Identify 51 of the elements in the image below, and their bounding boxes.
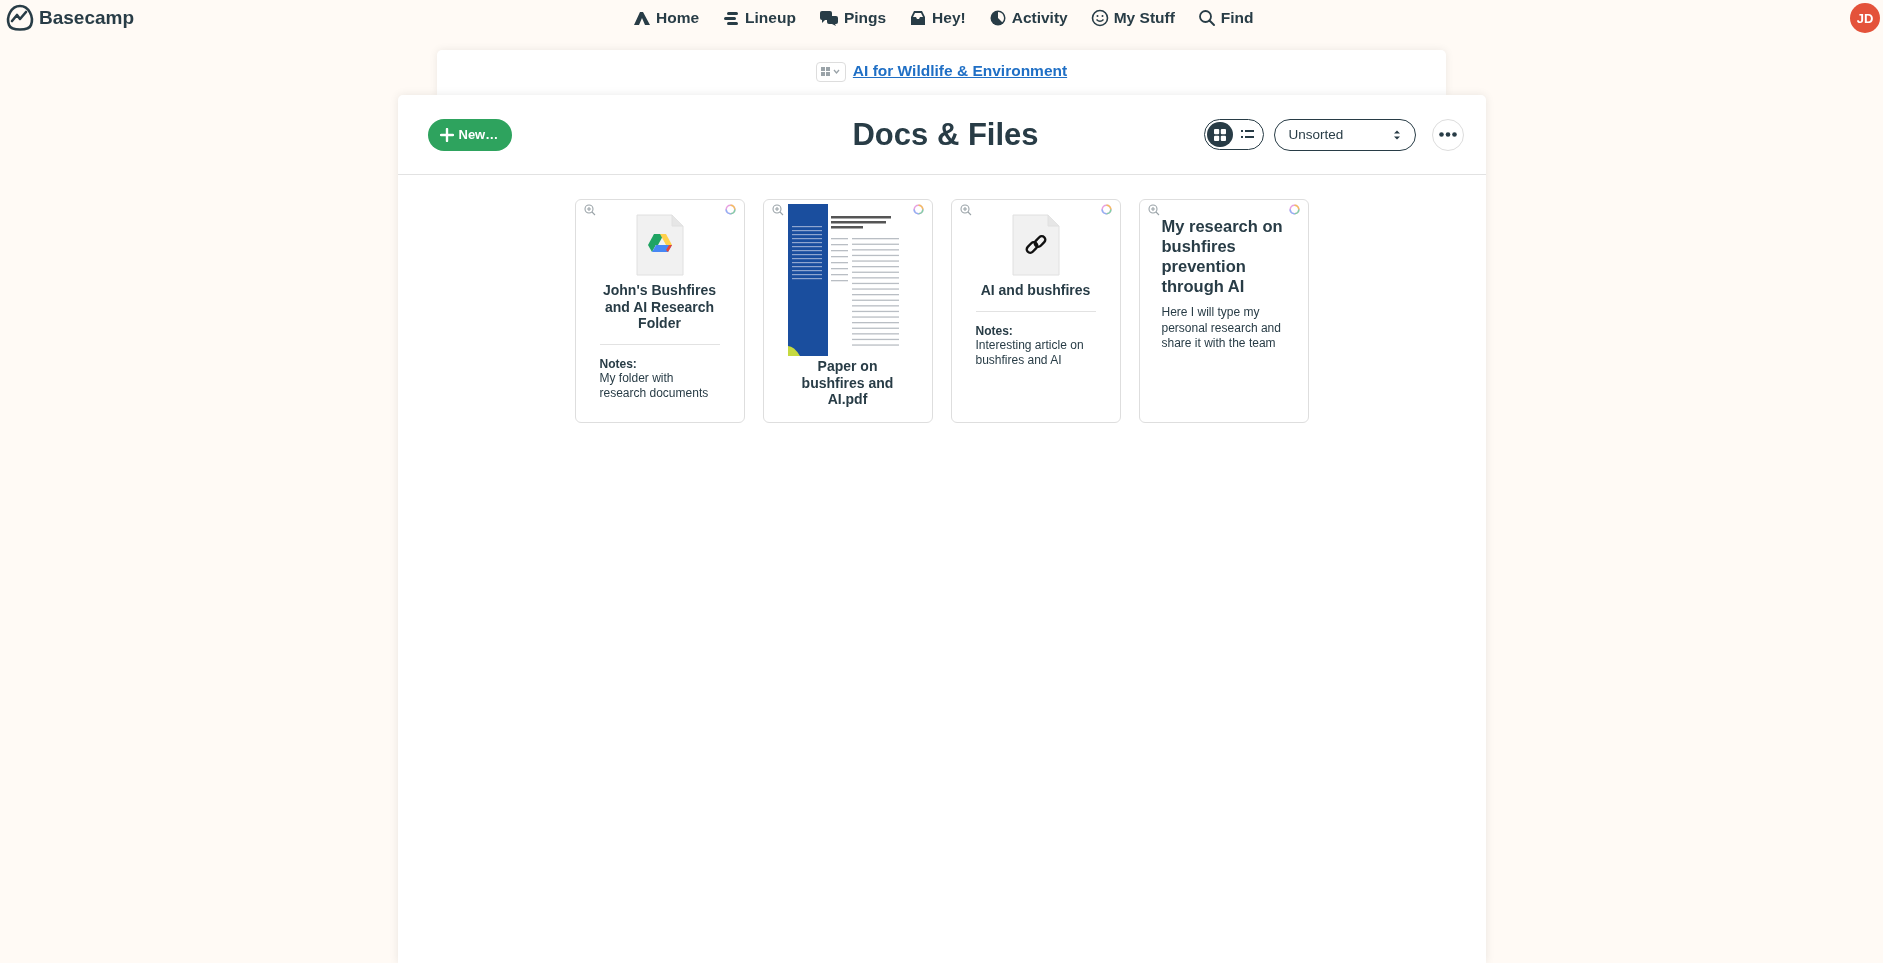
nav-link[interactable]: Find xyxy=(1197,9,1254,27)
nav-link[interactable]: Home xyxy=(633,9,700,27)
file-card[interactable]: AI and bushfires Notes: Interesting article on bushfires and AI xyxy=(950,199,1121,423)
grid-view-button[interactable] xyxy=(1206,122,1233,147)
card-title[interactable]: Paper on bushfires and AI.pdf xyxy=(771,358,924,408)
tent-icon xyxy=(633,9,651,27)
pie-icon xyxy=(988,9,1007,27)
page-title: Docs & Files xyxy=(852,116,1039,153)
zoom-icon[interactable] xyxy=(1147,204,1160,216)
avatar[interactable]: JD xyxy=(1850,3,1880,33)
zoom-icon[interactable] xyxy=(959,204,972,216)
notes-label: Notes: xyxy=(974,323,1014,338)
color-ring-icon[interactable] xyxy=(1288,204,1300,215)
grid-icon xyxy=(1213,128,1226,141)
app-name[interactable]: Basecamp xyxy=(39,7,135,29)
notes-text: Interesting article on bushfires and AI xyxy=(974,337,1085,368)
file-card[interactable]: Paper on bushfires and AI.pdf xyxy=(762,199,933,423)
nav-link[interactable]: My Stuff xyxy=(1090,9,1175,27)
logo-icon xyxy=(5,3,35,33)
doc-title[interactable]: My research on bushfires prevention through AI xyxy=(1147,216,1300,296)
more-button[interactable] xyxy=(1431,118,1464,151)
inbox-icon xyxy=(909,9,928,27)
doc-excerpt: Here I will type my personal research and share it with the team xyxy=(1160,305,1282,352)
project-link[interactable]: AI for Wildlife & Environment xyxy=(852,62,1068,80)
drive-file-icon xyxy=(635,214,684,276)
nav-link[interactable]: Pings xyxy=(818,9,887,27)
link-file-icon xyxy=(1011,214,1060,276)
color-ring-icon[interactable] xyxy=(1100,204,1112,215)
grid-icon xyxy=(819,66,842,78)
lines-icon xyxy=(722,9,741,27)
nav-link[interactable]: Lineup xyxy=(722,9,796,27)
card-title[interactable]: John's Bushfires and AI Research Folder xyxy=(583,282,736,332)
zoom-icon[interactable] xyxy=(583,204,596,216)
color-ring-icon[interactable] xyxy=(724,204,736,215)
list-icon xyxy=(1241,129,1254,140)
notes-label: Notes: xyxy=(598,356,638,371)
more-icon xyxy=(1438,132,1457,137)
search-icon xyxy=(1197,9,1216,27)
nav-link[interactable]: Hey! xyxy=(909,9,966,27)
chat-icon xyxy=(818,9,839,27)
color-ring-icon[interactable] xyxy=(912,204,924,215)
plus-icon xyxy=(439,127,454,142)
file-card[interactable]: John's Bushfires and AI Research Folder Notes: My folder with research documents xyxy=(574,199,745,423)
notes-text: My folder with research documents xyxy=(598,370,710,401)
project-switcher[interactable] xyxy=(815,62,846,82)
updown-icon xyxy=(1392,128,1401,141)
zoom-icon[interactable] xyxy=(771,204,784,216)
smiley-icon xyxy=(1090,9,1109,27)
file-card[interactable]: My research on bushfires prevention through AI Here I will type my personal research and share it with the team xyxy=(1138,199,1309,423)
nav-link[interactable]: Activity xyxy=(988,9,1068,27)
card-title[interactable]: AI and bushfires xyxy=(959,282,1112,299)
